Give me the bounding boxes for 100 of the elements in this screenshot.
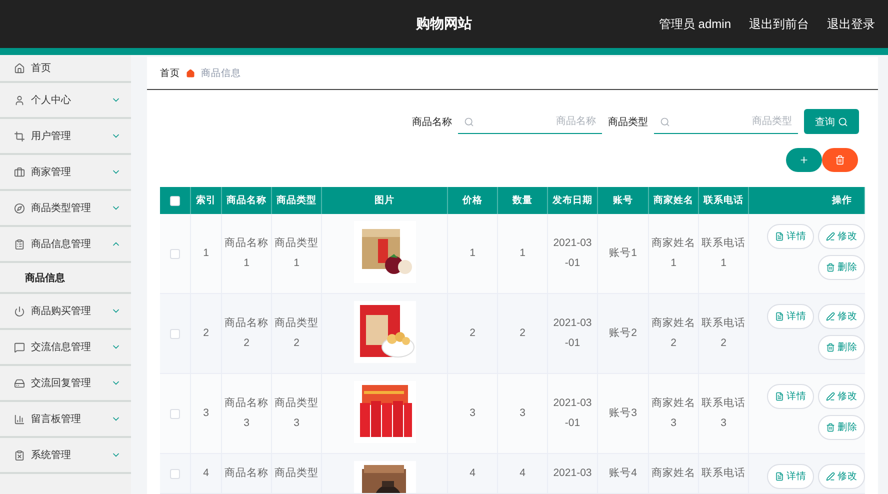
search-icon bbox=[464, 116, 474, 126]
compass-icon bbox=[14, 202, 25, 214]
table-cell: 商品类型1 bbox=[272, 214, 322, 293]
pen-icon bbox=[826, 472, 834, 481]
sidebar-label: 用户管理 bbox=[31, 130, 72, 143]
table-cell: 2 bbox=[498, 294, 548, 373]
table-cell: 账号3 bbox=[598, 374, 649, 453]
table-cell: 联系电话1 bbox=[699, 214, 749, 293]
plus-icon bbox=[799, 155, 809, 165]
select-all-checkbox[interactable] bbox=[170, 196, 180, 206]
sidebar-label: 交流回复管理 bbox=[31, 376, 92, 390]
row-checkbox[interactable] bbox=[170, 248, 180, 258]
briefcase-icon bbox=[14, 166, 25, 178]
table-cell: 3 bbox=[498, 374, 548, 453]
table-cell: 1 bbox=[191, 214, 222, 293]
edit-button[interactable]: 修改 bbox=[818, 384, 865, 409]
delete-button[interactable]: 删除 bbox=[818, 255, 865, 280]
table-cell: 3 bbox=[448, 374, 498, 453]
bar-chart-icon bbox=[14, 414, 25, 424]
table-cell: 2021-03 bbox=[548, 454, 598, 493]
edit-button[interactable]: 修改 bbox=[818, 464, 865, 489]
sidebar-label: 交流信息管理 bbox=[31, 340, 92, 354]
message-icon bbox=[14, 342, 25, 352]
clipboard-icon bbox=[14, 238, 25, 250]
table-cell: 商品名称3 bbox=[222, 374, 272, 453]
header-link[interactable]: 退出登录 bbox=[827, 16, 875, 32]
table-cell: 商品类型2 bbox=[272, 294, 322, 373]
table-cell: 1 bbox=[498, 214, 548, 293]
table-cell: 4 bbox=[191, 454, 222, 493]
row-checkbox[interactable] bbox=[170, 328, 180, 338]
edit-button[interactable]: 修改 bbox=[818, 224, 865, 249]
trash-icon bbox=[826, 423, 834, 432]
table-cell: 商家姓名2 bbox=[649, 294, 699, 373]
pen-icon bbox=[826, 312, 834, 321]
table-cell: 2 bbox=[448, 294, 498, 373]
pen-icon bbox=[826, 232, 834, 241]
table-cell: 联系电话2 bbox=[699, 294, 749, 373]
house-icon bbox=[186, 68, 195, 78]
table-cell: 商品名称1 bbox=[222, 214, 272, 293]
table-cell: 商品名称2 bbox=[222, 294, 272, 373]
delete-button[interactable]: 删除 bbox=[818, 415, 865, 440]
table-cell: 4 bbox=[448, 454, 498, 493]
power-icon bbox=[14, 306, 25, 316]
document-icon bbox=[774, 312, 784, 321]
document-icon bbox=[774, 392, 784, 401]
add-button[interactable] bbox=[786, 148, 822, 172]
site-title: 购物网站 bbox=[416, 15, 472, 33]
table-cell: 1 bbox=[448, 214, 498, 293]
sidebar-label: 商家管理 bbox=[31, 166, 72, 179]
search-field[interactable]: 商品名称 bbox=[458, 110, 602, 134]
sidebar-label: 首页 bbox=[31, 62, 52, 75]
document-icon bbox=[774, 232, 784, 241]
search-field[interactable]: 商品类型 bbox=[654, 110, 798, 134]
table-cell: 账号4 bbox=[598, 454, 649, 493]
row-checkbox[interactable] bbox=[170, 468, 180, 478]
edit-button[interactable]: 修改 bbox=[818, 304, 865, 329]
breadcrumb-item[interactable]: 首页 bbox=[160, 66, 180, 80]
detail-button[interactable]: 详情 bbox=[767, 464, 814, 489]
detail-button[interactable]: 详情 bbox=[767, 304, 814, 329]
user-icon bbox=[14, 94, 25, 106]
sidebar-label: 系统管理 bbox=[31, 448, 72, 462]
delete-button[interactable]: 删除 bbox=[818, 335, 865, 360]
crop-icon bbox=[14, 130, 25, 142]
table-cell: 联系电话3 bbox=[699, 374, 749, 453]
table-cell: 账号2 bbox=[598, 294, 649, 373]
header-link[interactable]: 管理员 admin bbox=[658, 16, 731, 32]
table-cell: 3 bbox=[191, 374, 222, 453]
delete-button[interactable] bbox=[822, 148, 858, 172]
clipboard-icon bbox=[14, 450, 25, 460]
document-icon bbox=[774, 472, 784, 481]
header-link[interactable]: 退出到前台 bbox=[749, 16, 809, 32]
table-cell: 账号1 bbox=[598, 214, 649, 293]
search-icon bbox=[660, 116, 670, 126]
detail-button[interactable]: 详情 bbox=[767, 384, 814, 409]
trash-icon bbox=[835, 155, 845, 165]
trash-icon bbox=[826, 263, 834, 272]
breadcrumb-item: 商品信息 bbox=[201, 66, 241, 80]
table-cell: 商家姓名1 bbox=[649, 214, 699, 293]
row-checkbox[interactable] bbox=[170, 408, 180, 418]
detail-button[interactable]: 详情 bbox=[767, 224, 814, 249]
table-cell: 商品名称 bbox=[222, 454, 272, 493]
table-cell: 2021-03-01 bbox=[548, 374, 598, 453]
home-icon bbox=[14, 62, 25, 74]
table-cell: 商品类型 bbox=[272, 454, 322, 493]
query-button[interactable]: 查询 bbox=[804, 109, 859, 134]
search-icon bbox=[838, 116, 848, 126]
table-cell: 商品类型3 bbox=[272, 374, 322, 453]
sidebar-label: 个人中心 bbox=[31, 94, 72, 107]
sidebar-label: 商品信息管理 bbox=[31, 238, 92, 251]
table-cell: 商家姓名3 bbox=[649, 374, 699, 453]
field-label: 商品名称 bbox=[412, 116, 452, 128]
sidebar-label: 留言板管理 bbox=[31, 412, 82, 426]
table-cell: 2021-03-01 bbox=[548, 294, 598, 373]
trash-icon bbox=[826, 343, 834, 352]
sidebar-label: 商品购买管理 bbox=[31, 304, 92, 318]
drive-icon bbox=[14, 378, 25, 388]
field-label: 商品类型 bbox=[608, 116, 648, 128]
table-cell: 4 bbox=[498, 454, 548, 493]
pen-icon bbox=[826, 392, 834, 401]
table-cell: 2021-03-01 bbox=[548, 214, 598, 293]
